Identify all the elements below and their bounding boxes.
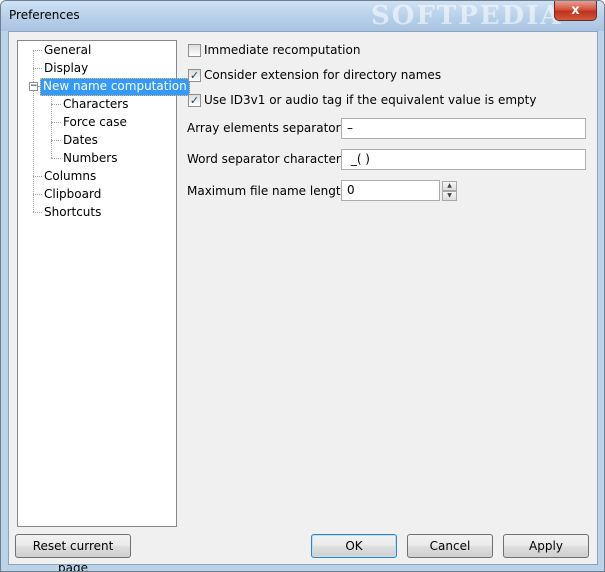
use-id3v1-checkbox[interactable]: ✓ [188,94,201,107]
close-icon: x [571,3,580,18]
collapse-toggle-icon[interactable]: − [29,82,38,91]
max-length-input[interactable]: 0 [341,180,440,201]
tree-item-new-name-computation[interactable]: New name computation [40,78,190,96]
tree-item-columns[interactable]: Columns [42,168,98,184]
tree-connector [51,104,61,105]
category-tree[interactable]: − General Display New name computation C… [17,40,190,527]
max-length-label: Maximum file name length [187,184,349,198]
tree-connector [51,122,61,123]
tree-connector [33,212,42,213]
tree-item-general[interactable]: General [42,42,93,58]
checkmark-icon: ✓ [189,94,200,107]
tree-connector [33,50,42,51]
tree-item-characters[interactable]: Characters [61,96,131,112]
array-separators-input[interactable]: – [341,118,586,139]
title-bar[interactable]: Preferences SOFTPEDIA x [1,1,604,31]
tree-item-dates[interactable]: Dates [61,132,100,148]
immediate-recomputation-label: Immediate recomputation [204,43,361,57]
preferences-window: Preferences SOFTPEDIA x − General Displa… [0,0,605,572]
reset-current-page-button[interactable]: Reset current page [15,534,131,571]
checkmark-icon: ✓ [189,69,200,82]
cancel-button[interactable]: Cancel [407,534,493,558]
tree-connector-root [33,50,34,212]
tree-item-numbers[interactable]: Numbers [61,150,119,166]
spin-down-icon: ▼ [447,192,452,199]
spin-up-button[interactable]: ▲ [442,181,457,191]
close-button[interactable]: x [554,1,597,21]
word-separators-label: Word separator characters [187,152,348,166]
tree-connector [51,140,61,141]
array-separators-label: Array elements separators [187,121,347,135]
dialog-body: − General Display New name computation C… [8,31,598,571]
watermark: SOFTPEDIA [371,1,563,31]
spin-up-icon: ▲ [447,182,452,189]
spin-down-button[interactable]: ▼ [442,191,457,201]
tree-connector [33,176,42,177]
tree-connector [51,158,61,159]
tree-item-force-case[interactable]: Force case [61,114,129,130]
use-id3v1-label: Use ID3v1 or audio tag if the equivalent… [204,93,537,107]
word-separators-input[interactable]: _( ) [341,149,586,170]
tree-item-display[interactable]: Display [42,60,90,76]
immediate-recomputation-checkbox[interactable] [188,44,201,57]
tree-connector [33,194,42,195]
consider-extension-checkbox[interactable]: ✓ [188,69,201,82]
consider-extension-label: Consider extension for directory names [204,68,442,82]
tree-connector [33,68,42,69]
tree-item-shortcuts[interactable]: Shortcuts [42,204,103,220]
tree-item-clipboard[interactable]: Clipboard [42,186,103,202]
ok-button[interactable]: OK [311,534,397,558]
apply-button[interactable]: Apply [503,534,589,558]
window-title: Preferences [9,8,80,22]
